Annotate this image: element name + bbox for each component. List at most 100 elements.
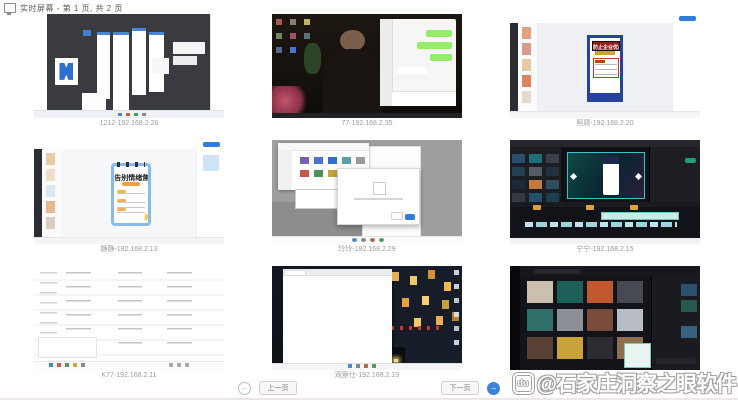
screen-tile-1[interactable]: 1212-192.168.2.26 <box>34 14 224 129</box>
mock-mobile-frame <box>113 32 129 110</box>
mock-footer-band <box>590 93 620 99</box>
mock-poster: 防止企业优盘泄密 <box>587 35 623 102</box>
mock-clip-segments <box>525 222 677 227</box>
prev-page-button[interactable]: 上一页 <box>259 381 297 395</box>
screen-tile-7[interactable]: K77-192.168.2.11 <box>34 266 224 381</box>
mock-lit-windows <box>392 272 399 281</box>
mock-small-window <box>82 93 107 110</box>
screen-caption-6: 宁宁-192.168.2.15 <box>510 244 700 255</box>
mock-left-rail <box>510 266 520 370</box>
mock-person-body <box>323 49 382 113</box>
mock-template-grid <box>527 281 553 303</box>
mock-toolbar <box>510 140 700 147</box>
mock-taskbar-icons <box>352 238 357 242</box>
next-arrow-icon[interactable]: → <box>487 382 500 395</box>
mock-chat-bubble <box>430 54 451 62</box>
mock-panel <box>173 56 198 65</box>
mock-text-column <box>118 272 143 349</box>
mock-handle <box>570 173 577 180</box>
screen-thumbnail-2 <box>272 14 462 118</box>
mock-text-lines <box>117 193 145 198</box>
mock-page-thumbnails <box>42 149 62 237</box>
prev-arrow-icon[interactable]: ← <box>238 382 251 395</box>
mock-cancel-button <box>391 212 403 220</box>
screen-caption-7: K77-192.168.2.11 <box>34 370 224 381</box>
screen-tile-8[interactable]: 观察仕-192.168.2.19 <box>272 266 462 381</box>
mock-taskbar <box>510 238 700 244</box>
mock-person-head <box>340 30 365 52</box>
mock-timeline <box>510 202 700 237</box>
mock-section-tag <box>117 190 126 193</box>
mock-canvas: 告别情绪焦虑 <box>61 149 202 237</box>
mock-right-sidebar <box>210 14 224 111</box>
mock-clip <box>601 212 679 220</box>
mock-orange-pill <box>122 182 140 186</box>
screen-tile-3[interactable]: 防止企业优盘泄密 照顾-192.168.2.20 <box>510 14 700 129</box>
mock-thumb-stack <box>46 153 55 165</box>
mock-marker <box>630 205 638 210</box>
mock-text-column <box>167 272 192 349</box>
mock-taskbar-icons <box>49 363 53 367</box>
screen-caption-2: 77-192.168.2.35 <box>272 118 462 129</box>
screen-tile-6[interactable]: 宁宁-192.168.2.15 <box>510 140 700 255</box>
screen-thumbnail-1 <box>34 14 224 118</box>
mock-plant <box>304 43 321 74</box>
screen-tile-2[interactable]: 77-192.168.2.35 <box>272 14 462 129</box>
mock-dialog <box>337 168 421 225</box>
monitor-icon <box>4 3 16 13</box>
mock-blue-logo <box>59 63 73 80</box>
mock-icon-rail <box>34 149 42 237</box>
screens-grid: 1212-192.168.2.26 77-192.1 <box>34 14 700 381</box>
mock-input-pill <box>656 358 697 365</box>
mock-preview-canvas <box>567 152 644 199</box>
mock-panel-thumbs <box>681 284 697 296</box>
screen-thumbnail-4: 告别情绪焦虑 <box>34 140 224 244</box>
mock-canvas: 防止企业优盘泄密 <box>537 23 674 111</box>
mock-taskbar <box>34 361 224 370</box>
mock-taskbar <box>272 113 462 118</box>
screen-tile-9[interactable] <box>510 266 700 381</box>
mock-ok-button <box>405 214 415 220</box>
mock-image-thumb <box>203 155 219 171</box>
mock-media-panel <box>510 147 561 202</box>
poster-title: 防止企业优盘泄密 <box>592 41 620 52</box>
mock-chat-input <box>392 91 456 106</box>
mock-icon-rail <box>510 23 518 111</box>
mock-text-lines <box>595 64 617 76</box>
mock-left-sidebar <box>34 14 48 111</box>
mock-mobile-frame <box>97 32 110 99</box>
mock-taskbar-icons <box>348 364 352 368</box>
mock-chip <box>83 30 91 36</box>
screen-caption-5: 玲玲-192.168.2.29 <box>272 244 462 255</box>
screen-caption-4: 静静-192.168.2.13 <box>34 244 224 255</box>
mock-logo-card <box>55 58 78 85</box>
mock-chat-bubble <box>426 30 452 38</box>
mock-taskbar <box>272 236 462 244</box>
mock-dialog-text <box>354 198 403 200</box>
mock-yellow-band <box>595 51 615 55</box>
screen-tile-4[interactable]: 告别情绪焦虑 静静-192.168.2.13 <box>34 140 224 255</box>
screen-tile-5[interactable]: 玲玲-192.168.2.29 <box>272 140 462 255</box>
mock-header <box>520 266 701 276</box>
mock-panel <box>152 58 169 75</box>
mock-sticker <box>144 214 149 220</box>
mock-green-button <box>685 158 696 162</box>
screen-thumbnail-7 <box>34 266 224 370</box>
mock-mobile-frame <box>132 28 146 95</box>
mock-preview-area <box>561 147 648 202</box>
mock-image-placeholder <box>373 182 386 195</box>
mock-taskbar <box>510 111 700 118</box>
mock-marker <box>533 205 541 210</box>
monitor-app-window: 实时屏幕 - 第 1 页, 共 2 页 1212-192.168.2.2 <box>0 0 738 400</box>
mock-phone-screenshot <box>603 157 620 195</box>
screen-thumbnail-5 <box>272 140 462 244</box>
mock-phone-header <box>603 157 620 164</box>
screen-thumbnail-3: 防止企业优盘泄密 <box>510 14 700 118</box>
mock-text-lines <box>117 202 145 207</box>
mock-side-panel <box>651 276 700 370</box>
mock-browser-tab <box>284 270 305 276</box>
next-page-button[interactable]: 下一页 <box>441 381 479 395</box>
mock-table-block <box>38 337 97 358</box>
screen-caption-9 <box>510 370 700 381</box>
mock-search-pill <box>534 269 581 274</box>
